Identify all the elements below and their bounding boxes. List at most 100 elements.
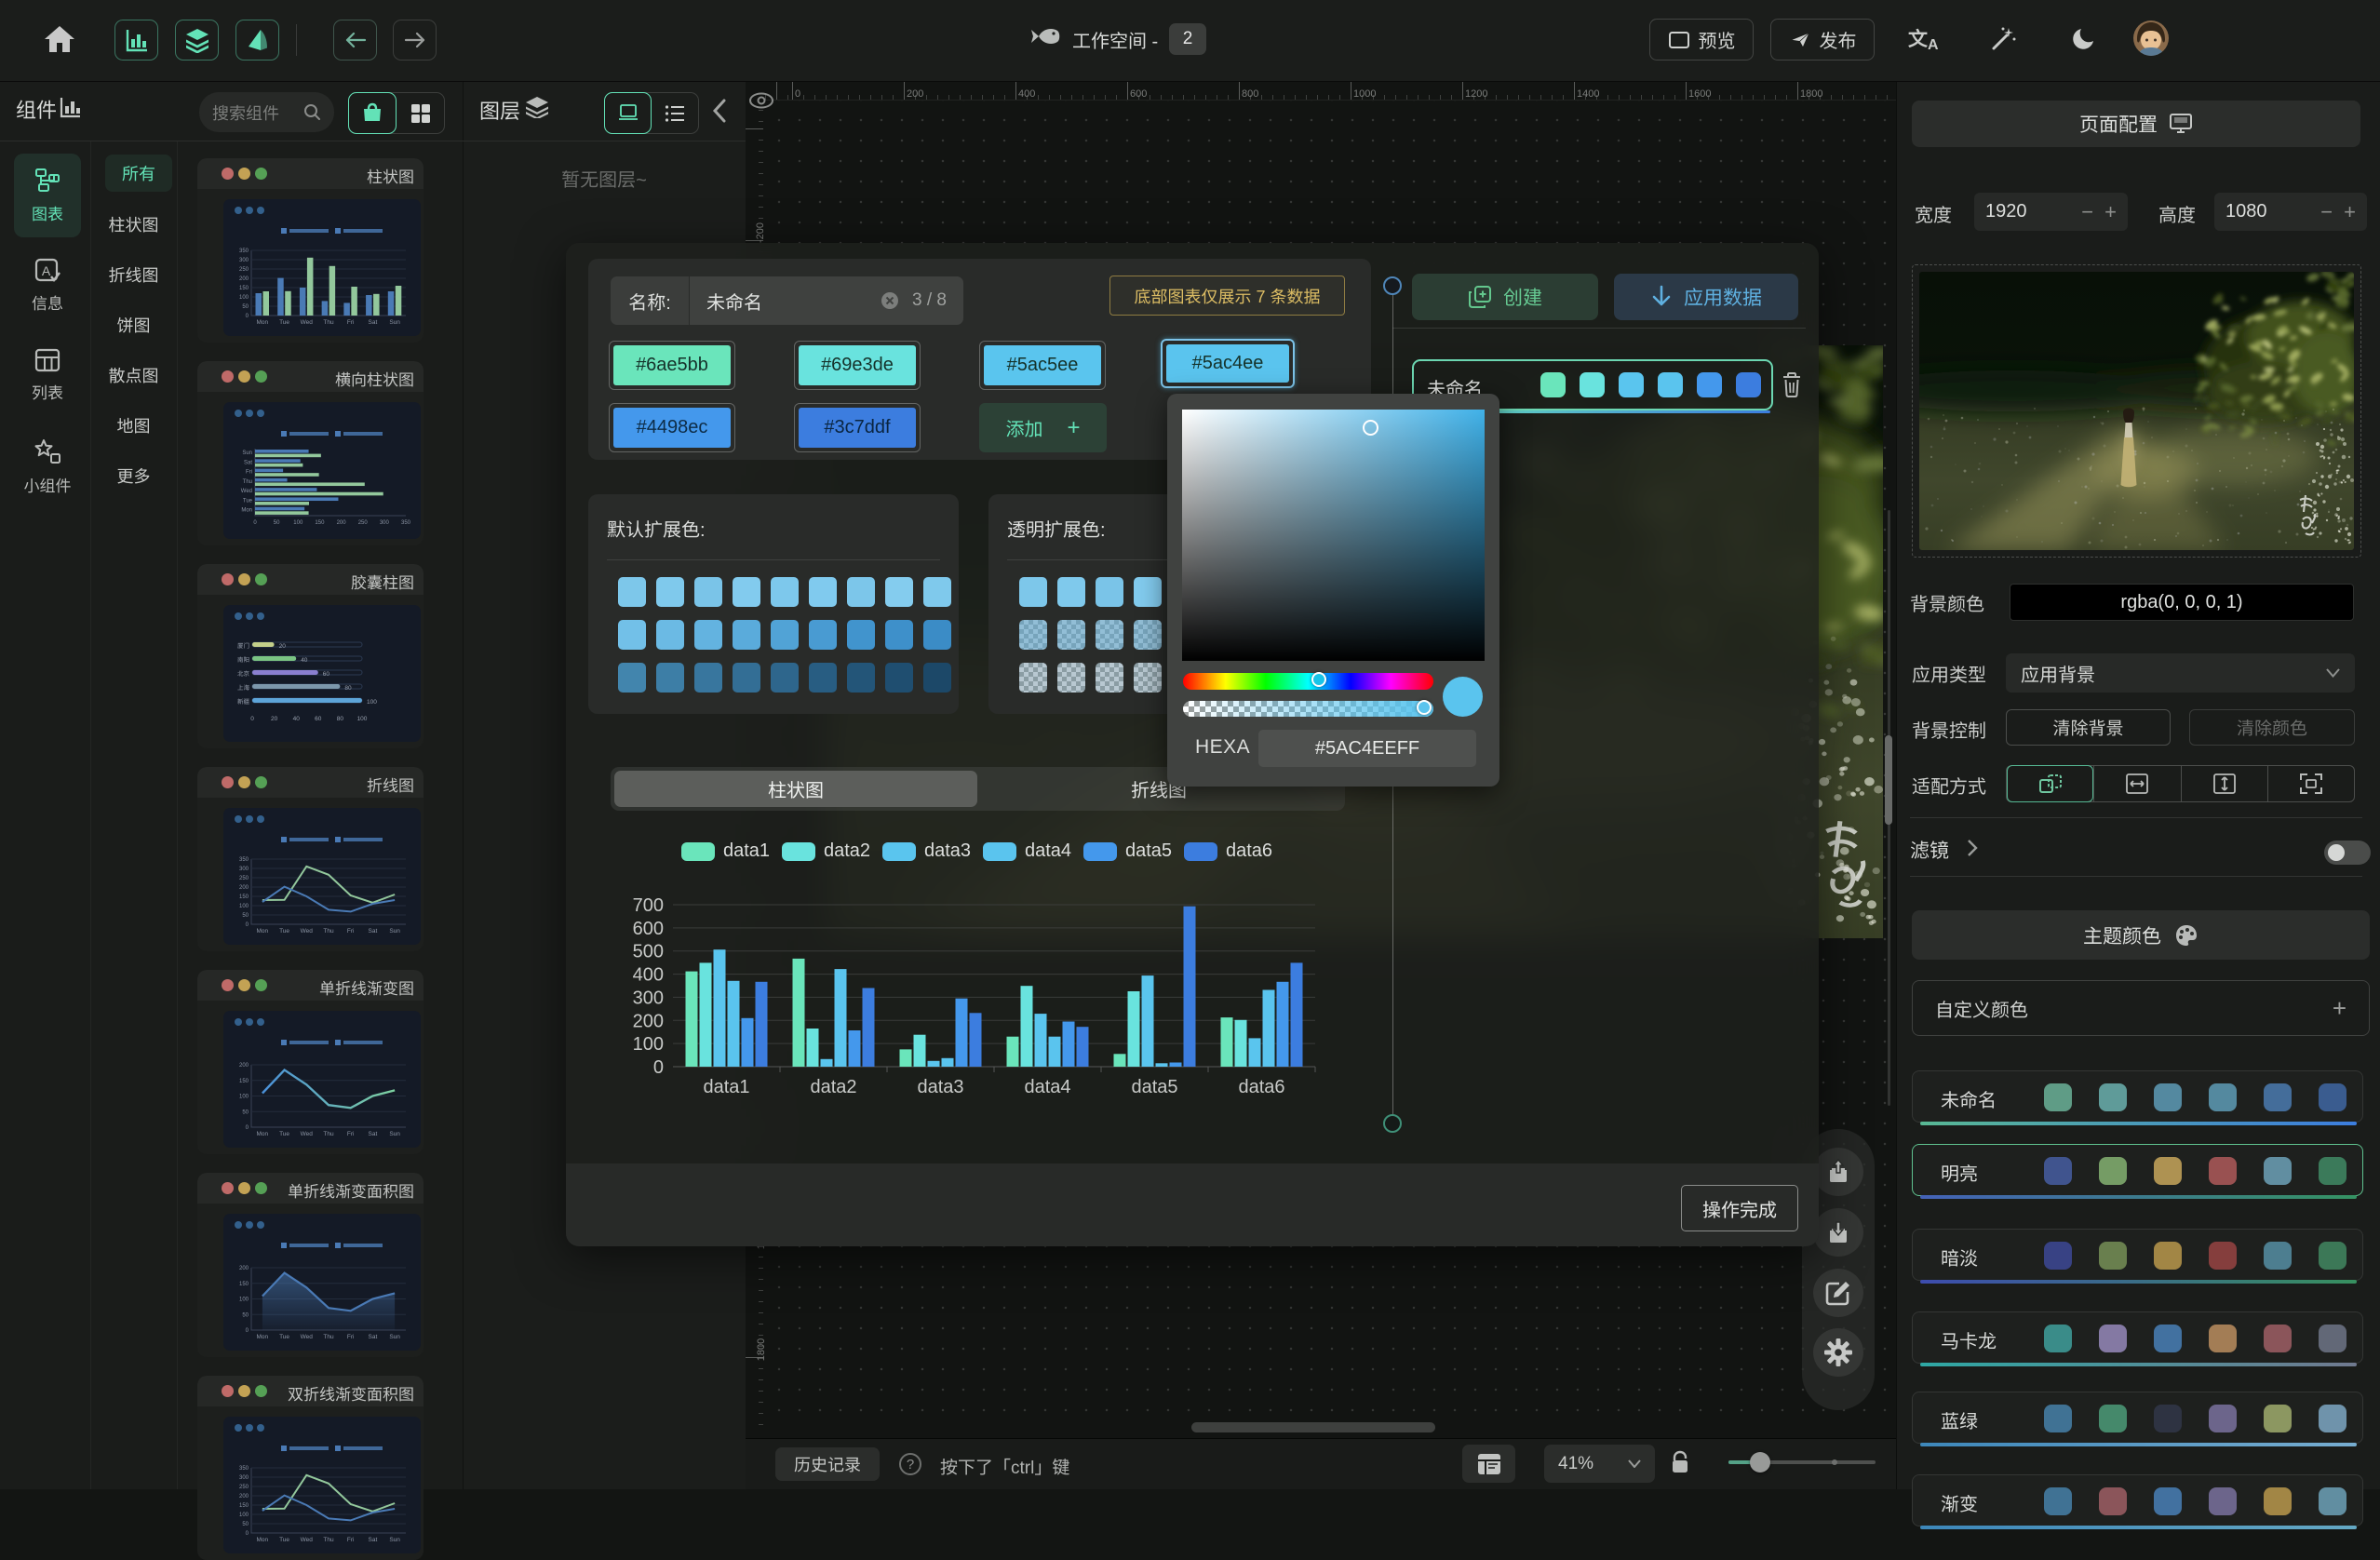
svg-text:200: 200 — [633, 1011, 664, 1031]
svg-text:Fri: Fri — [347, 928, 355, 935]
svg-text:Sun: Sun — [389, 1131, 400, 1137]
svg-text:300: 300 — [239, 258, 249, 263]
svg-text:Thu: Thu — [323, 319, 334, 326]
svg-text:600: 600 — [633, 919, 664, 939]
svg-text:A: A — [42, 263, 51, 278]
svg-text:250: 250 — [239, 876, 249, 881]
svg-text:Tue: Tue — [243, 498, 253, 504]
svg-text:50: 50 — [274, 520, 280, 526]
svg-text:100: 100 — [633, 1034, 664, 1055]
svg-text:150: 150 — [239, 286, 249, 291]
svg-text:100: 100 — [239, 295, 249, 301]
svg-text:Mon: Mon — [257, 1537, 269, 1543]
svg-text:Thu: Thu — [323, 1537, 334, 1543]
svg-text:Mon: Mon — [257, 1131, 269, 1137]
svg-text:Wed: Wed — [241, 489, 252, 494]
svg-text:data5: data5 — [1131, 1077, 1177, 1097]
svg-text:Thu: Thu — [243, 479, 252, 485]
svg-text:80: 80 — [344, 685, 352, 692]
svg-text:50: 50 — [242, 1312, 249, 1318]
svg-text:Tue: Tue — [279, 1131, 289, 1137]
svg-text:150: 150 — [315, 520, 325, 526]
svg-text:上海: 上海 — [237, 682, 250, 692]
svg-text:700: 700 — [633, 895, 664, 916]
svg-text:Thu: Thu — [323, 1334, 334, 1340]
svg-text:100: 100 — [367, 699, 377, 706]
svg-text:Mon: Mon — [241, 508, 252, 514]
svg-text:200: 200 — [239, 1494, 249, 1499]
svg-text:100: 100 — [239, 1095, 249, 1100]
svg-text:40: 40 — [301, 657, 308, 664]
svg-text:Wed: Wed — [301, 1334, 314, 1340]
svg-text:Sat: Sat — [369, 1537, 378, 1543]
svg-text:data2: data2 — [810, 1077, 856, 1097]
svg-text:data1: data1 — [703, 1077, 749, 1097]
svg-text:Sat: Sat — [244, 460, 252, 465]
svg-text:300: 300 — [380, 520, 390, 526]
svg-text:Tue: Tue — [279, 928, 289, 935]
svg-text:data3: data3 — [917, 1077, 963, 1097]
svg-text:50: 50 — [242, 304, 249, 310]
svg-text:0: 0 — [246, 314, 249, 319]
svg-text:Tue: Tue — [279, 319, 289, 326]
svg-text:100: 100 — [293, 520, 303, 526]
svg-text:350: 350 — [239, 1466, 249, 1472]
svg-text:200: 200 — [239, 1063, 249, 1069]
svg-text:150: 150 — [239, 894, 249, 900]
svg-text:300: 300 — [633, 988, 664, 1008]
svg-text:100: 100 — [239, 904, 249, 909]
svg-text:Tue: Tue — [279, 1334, 289, 1340]
svg-text:0: 0 — [246, 1531, 249, 1537]
svg-text:100: 100 — [239, 1298, 249, 1303]
svg-text:0: 0 — [253, 520, 257, 526]
svg-text:20: 20 — [271, 716, 278, 722]
svg-text:50: 50 — [242, 1522, 249, 1527]
svg-text:Fri: Fri — [347, 1131, 355, 1137]
svg-text:250: 250 — [358, 520, 369, 526]
svg-text:60: 60 — [315, 716, 322, 722]
svg-text:150: 150 — [239, 1503, 249, 1509]
svg-text:0: 0 — [246, 1328, 249, 1334]
svg-text:50: 50 — [242, 1109, 249, 1115]
svg-text:0: 0 — [653, 1057, 664, 1078]
svg-text:Fri: Fri — [246, 470, 252, 476]
svg-text:350: 350 — [239, 857, 249, 863]
svg-text:0: 0 — [246, 1125, 249, 1131]
svg-text:40: 40 — [293, 716, 301, 722]
svg-text:20: 20 — [279, 643, 287, 650]
svg-text:Tue: Tue — [279, 1537, 289, 1543]
svg-text:Sat: Sat — [369, 319, 378, 326]
svg-text:350: 350 — [239, 249, 249, 254]
svg-text:200: 200 — [239, 276, 249, 282]
svg-text:150: 150 — [239, 1282, 249, 1287]
svg-text:300: 300 — [239, 867, 249, 872]
svg-text:Thu: Thu — [323, 1131, 334, 1137]
svg-text:Sun: Sun — [389, 928, 400, 935]
svg-text:data6: data6 — [1238, 1077, 1284, 1097]
svg-text:Sun: Sun — [389, 319, 400, 326]
svg-text:0: 0 — [246, 922, 249, 928]
svg-text:Sat: Sat — [369, 1334, 378, 1340]
svg-text:新疆: 新疆 — [237, 696, 250, 706]
svg-text:200: 200 — [239, 1266, 249, 1271]
svg-text:250: 250 — [239, 1485, 249, 1490]
svg-text:北京: 北京 — [237, 668, 250, 678]
svg-text:Fri: Fri — [347, 319, 355, 326]
svg-text:300: 300 — [239, 1475, 249, 1481]
svg-text:Sat: Sat — [369, 1131, 378, 1137]
svg-text:data4: data4 — [1024, 1077, 1070, 1097]
svg-text:0: 0 — [250, 716, 254, 722]
svg-text:50: 50 — [242, 913, 249, 919]
svg-text:Mon: Mon — [257, 1334, 269, 1340]
svg-text:400: 400 — [633, 965, 664, 986]
svg-text:Sun: Sun — [389, 1334, 400, 1340]
svg-text:Wed: Wed — [301, 928, 314, 935]
svg-text:厦门: 厦门 — [237, 640, 249, 650]
svg-text:350: 350 — [401, 520, 411, 526]
svg-text:250: 250 — [239, 267, 249, 273]
svg-text:南阳: 南阳 — [237, 654, 249, 664]
svg-text:Sun: Sun — [389, 1537, 400, 1543]
svg-text:Mon: Mon — [257, 928, 269, 935]
svg-text:Sat: Sat — [369, 928, 378, 935]
svg-text:Fri: Fri — [347, 1334, 355, 1340]
